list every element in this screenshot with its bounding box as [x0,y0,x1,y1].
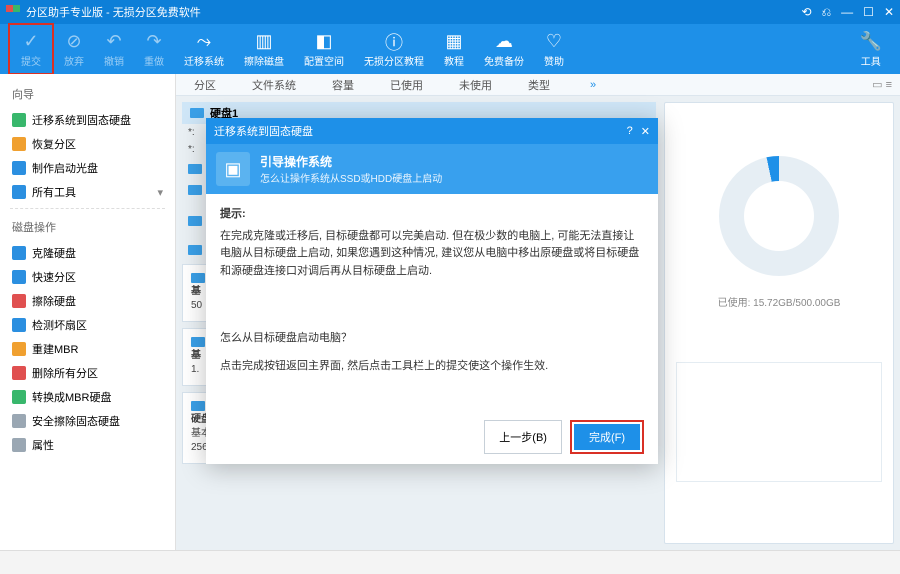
sidebar-item-secure-erase[interactable]: 安全擦除固态硬盘 [0,409,175,433]
tools-button[interactable]: 🔧工具 [850,26,892,72]
status-bar [0,550,900,574]
main-toolbar: ✓提交 ⊘放弃 ↶撤销 ↷重做 ⤳迁移系统 ▥擦除磁盘 ◧配置空间 ⓘ无损分区教… [0,24,900,74]
sidebar-item-bootdisk[interactable]: 制作启动光盘 [0,156,175,180]
migrate-dialog: 迁移系统到固态硬盘 ? ✕ ▣ 引导操作系统 怎么让操作系统从SSD或HDD硬盘… [206,118,658,464]
window-controls: ⟲ ⎌ — ☐ ✕ [802,5,895,20]
sidebar-item-rebuildmbr[interactable]: 重建MBR [0,337,175,361]
dialog-body: 提示: 在完成克隆或迁移后, 目标硬盘都可以完美启动. 但在极少数的电脑上, 可… [206,194,658,410]
sidebar-diskops-head: 磁盘操作 [0,213,175,241]
sidebar: 向导 迁移系统到固态硬盘 恢复分区 制作启动光盘 所有工具▾ 磁盘操作 克隆硬盘… [0,74,176,550]
finish-button[interactable]: 完成(F) [574,424,640,450]
title-bar: 分区助手专业版 - 无损分区免费软件 ⟲ ⎌ — ☐ ✕ [0,0,900,24]
sidebar-item-badsector[interactable]: 检测坏扇区 [0,313,175,337]
close-icon[interactable]: ✕ [884,5,894,20]
hint-label: 提示: [220,206,644,224]
donate-button[interactable]: ♡赞助 [534,26,574,72]
submit-button[interactable]: ✓提交 [11,26,51,72]
sidebar-wizard-head: 向导 [0,80,175,108]
maximize-icon[interactable]: ☐ [863,5,874,20]
dialog-close-icon[interactable]: ✕ [641,125,650,138]
sidebar-item-alltools[interactable]: 所有工具▾ [0,180,175,204]
sidebar-item-deleteall[interactable]: 删除所有分区 [0,361,175,385]
redo-button[interactable]: ↷重做 [134,26,174,72]
usage-panel: 已使用: 15.72GB/500.00GB [664,102,894,544]
refresh-icon[interactable]: ⟲ [802,5,812,20]
dialog-footer: 上一步(B) 完成(F) [206,410,658,464]
help-button[interactable]: ▦教程 [434,26,474,72]
space-button[interactable]: ◧配置空间 [294,26,354,72]
dialog-titlebar: 迁移系统到固态硬盘 ? ✕ [206,118,658,144]
sidebar-item-convertmbr[interactable]: 转换成MBR硬盘 [0,385,175,409]
boot-os-icon: ▣ [216,152,250,186]
sidebar-item-properties[interactable]: 属性 [0,433,175,457]
sidebar-item-quickpart[interactable]: 快速分区 [0,265,175,289]
prev-button[interactable]: 上一步(B) [484,420,562,454]
sidebar-item-recover[interactable]: 恢复分区 [0,132,175,156]
dialog-help-icon[interactable]: ? [627,125,633,138]
undo-button[interactable]: ↶撤销 [94,26,134,72]
sidebar-item-clone[interactable]: 克隆硬盘 [0,241,175,265]
migrate-button[interactable]: ⤳迁移系统 [174,26,234,72]
column-headers: 分区文件系统容量已使用未使用类型» ▭ ≡ [176,74,900,96]
window-title: 分区助手专业版 - 无损分区免费软件 [26,4,201,20]
lock-icon[interactable]: ⎌ [822,5,832,20]
sidebar-item-migrate-ssd[interactable]: 迁移系统到固态硬盘 [0,108,175,132]
usage-text: 已使用: 15.72GB/500.00GB [718,294,841,309]
question-text: 怎么从目标硬盘启动电脑？ [220,330,644,348]
dialog-header: ▣ 引导操作系统 怎么让操作系统从SSD或HDD硬盘上启动 [206,144,658,194]
hint-text: 在完成克隆或迁移后, 目标硬盘都可以完美启动. 但在极少数的电脑上, 可能无法直… [220,228,644,281]
more-columns-icon[interactable]: » [572,79,614,91]
app-logo [6,5,20,19]
answer-text: 点击完成按钮返回主界面, 然后点击工具栏上的提交使这个操作生效. [220,358,644,376]
discard-button[interactable]: ⊘放弃 [54,26,94,72]
donut-chart [719,156,839,276]
wipe-button[interactable]: ▥擦除磁盘 [234,26,294,72]
minimize-icon[interactable]: — [841,5,853,20]
tutorial-button[interactable]: ⓘ无损分区教程 [354,26,434,72]
sidebar-item-wipe[interactable]: 擦除硬盘 [0,289,175,313]
backup-button[interactable]: ☁免费备份 [474,26,534,72]
